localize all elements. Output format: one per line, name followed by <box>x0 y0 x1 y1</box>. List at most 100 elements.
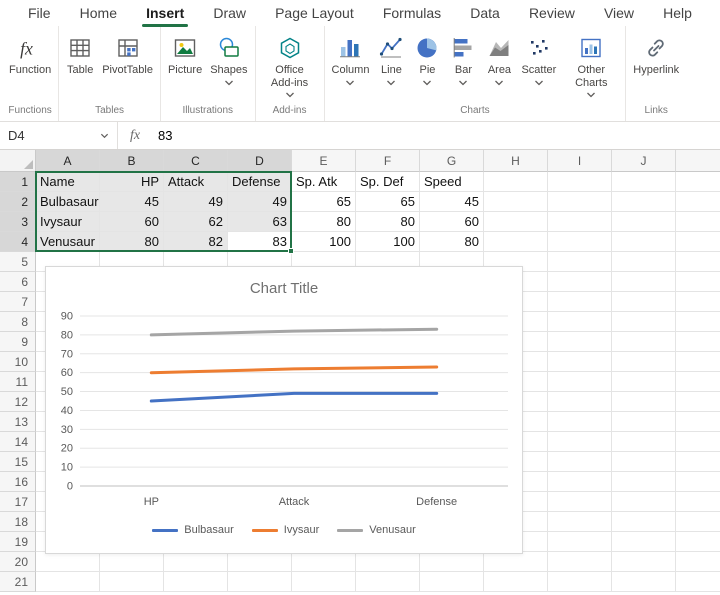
cell-I7[interactable] <box>548 292 612 312</box>
chevron-down-icon[interactable] <box>458 80 468 86</box>
cell-A4[interactable]: Venusaur <box>36 232 100 252</box>
cell-C2[interactable]: 49 <box>164 192 228 212</box>
cell-G20[interactable] <box>420 552 484 572</box>
tab-formulas[interactable]: Formulas <box>381 1 443 25</box>
cell-A3[interactable]: Ivysaur <box>36 212 100 232</box>
col-header-D[interactable]: D <box>228 150 292 172</box>
cell-E3[interactable]: 80 <box>292 212 356 232</box>
cell-E20[interactable] <box>292 552 356 572</box>
cell-I6[interactable] <box>548 272 612 292</box>
cell-J13[interactable] <box>612 412 676 432</box>
cell-G21[interactable] <box>420 572 484 592</box>
row-header-8[interactable]: 8 <box>0 312 36 332</box>
chevron-down-icon[interactable] <box>534 80 544 86</box>
col-header-A[interactable]: A <box>36 150 100 172</box>
cell-H1[interactable] <box>484 172 548 192</box>
cell-J7[interactable] <box>612 292 676 312</box>
tab-review[interactable]: Review <box>527 1 577 25</box>
chevron-down-icon[interactable] <box>494 80 504 86</box>
line-button[interactable]: Line <box>373 31 409 89</box>
cell-A21[interactable] <box>36 572 100 592</box>
tab-home[interactable]: Home <box>78 1 119 25</box>
hyperlink-button[interactable]: Hyperlink <box>629 31 683 80</box>
row-header-2[interactable]: 2 <box>0 192 36 212</box>
cell-H2[interactable] <box>484 192 548 212</box>
cell-J6[interactable] <box>612 272 676 292</box>
cell-B3[interactable]: 60 <box>100 212 164 232</box>
bar-button[interactable]: Bar <box>445 31 481 89</box>
col-header-C[interactable]: C <box>164 150 228 172</box>
cell-D20[interactable] <box>228 552 292 572</box>
row-header-13[interactable]: 13 <box>0 412 36 432</box>
cell-B4[interactable]: 80 <box>100 232 164 252</box>
cell-A2[interactable]: Bulbasaur <box>36 192 100 212</box>
row-header-5[interactable]: 5 <box>0 252 36 272</box>
cell-I2[interactable] <box>548 192 612 212</box>
cell-J16[interactable] <box>612 472 676 492</box>
cell-C4[interactable]: 82 <box>164 232 228 252</box>
cell-F4[interactable]: 100 <box>356 232 420 252</box>
col-header-H[interactable]: H <box>484 150 548 172</box>
cell-H20[interactable] <box>484 552 548 572</box>
cell-D3[interactable]: 63 <box>228 212 292 232</box>
pivottable-button[interactable]: PivotTable <box>98 31 157 80</box>
function-button[interactable]: fxFunction <box>5 31 55 80</box>
row-header-14[interactable]: 14 <box>0 432 36 452</box>
row-header-16[interactable]: 16 <box>0 472 36 492</box>
row-header-10[interactable]: 10 <box>0 352 36 372</box>
cell-E1[interactable]: Sp. Atk <box>292 172 356 192</box>
cell-F3[interactable]: 80 <box>356 212 420 232</box>
cell-J21[interactable] <box>612 572 676 592</box>
area-button[interactable]: Area <box>481 31 517 89</box>
cell-I4[interactable] <box>548 232 612 252</box>
picture-button[interactable]: Picture <box>164 31 206 80</box>
cell-I14[interactable] <box>548 432 612 452</box>
cell-J4[interactable] <box>612 232 676 252</box>
row-header-19[interactable]: 19 <box>0 532 36 552</box>
row-header-7[interactable]: 7 <box>0 292 36 312</box>
tab-file[interactable]: File <box>26 1 53 25</box>
cell-J19[interactable] <box>612 532 676 552</box>
cell-J11[interactable] <box>612 372 676 392</box>
cell-D2[interactable]: 49 <box>228 192 292 212</box>
cell-J3[interactable] <box>612 212 676 232</box>
chevron-down-icon[interactable] <box>422 80 432 86</box>
row-header-6[interactable]: 6 <box>0 272 36 292</box>
select-all-corner[interactable] <box>0 150 36 172</box>
cell-I19[interactable] <box>548 532 612 552</box>
tab-view[interactable]: View <box>602 1 636 25</box>
cell-G3[interactable]: 60 <box>420 212 484 232</box>
cell-J1[interactable] <box>612 172 676 192</box>
cell-I20[interactable] <box>548 552 612 572</box>
cell-F21[interactable] <box>356 572 420 592</box>
cell-A1[interactable]: Name <box>36 172 100 192</box>
other-charts-button[interactable]: Other Charts <box>560 31 622 101</box>
tab-insert[interactable]: Insert <box>144 1 186 25</box>
col-header-F[interactable]: F <box>356 150 420 172</box>
cell-I10[interactable] <box>548 352 612 372</box>
cell-J20[interactable] <box>612 552 676 572</box>
cell-A20[interactable] <box>36 552 100 572</box>
fx-icon[interactable]: fx <box>118 128 152 144</box>
tab-help[interactable]: Help <box>661 1 694 25</box>
scatter-button[interactable]: Scatter <box>517 31 560 89</box>
cell-I5[interactable] <box>548 252 612 272</box>
cell-F2[interactable]: 65 <box>356 192 420 212</box>
cell-B2[interactable]: 45 <box>100 192 164 212</box>
embedded-chart[interactable]: Chart Title 0102030405060708090HPAttackD… <box>45 266 523 554</box>
chevron-down-icon[interactable] <box>224 80 234 86</box>
row-header-1[interactable]: 1 <box>0 172 36 192</box>
tab-page-layout[interactable]: Page Layout <box>273 1 356 25</box>
cell-J10[interactable] <box>612 352 676 372</box>
cell-J15[interactable] <box>612 452 676 472</box>
cell-J5[interactable] <box>612 252 676 272</box>
cell-D21[interactable] <box>228 572 292 592</box>
cell-F20[interactable] <box>356 552 420 572</box>
cell-H21[interactable] <box>484 572 548 592</box>
row-header-11[interactable]: 11 <box>0 372 36 392</box>
col-header-I[interactable]: I <box>548 150 612 172</box>
cell-J18[interactable] <box>612 512 676 532</box>
shapes-button[interactable]: Shapes <box>206 31 251 89</box>
row-header-9[interactable]: 9 <box>0 332 36 352</box>
chevron-down-icon[interactable] <box>586 92 596 98</box>
